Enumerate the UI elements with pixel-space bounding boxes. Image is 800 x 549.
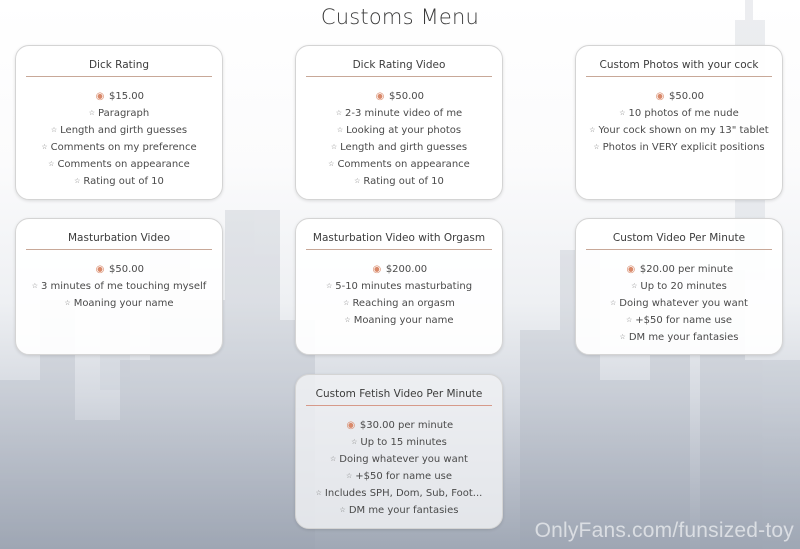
card-item: 3 minutes of me touching myself [41, 281, 207, 292]
piggy-bank-icon: ◉ [655, 91, 665, 102]
card-item: 5-10 minutes masturbating [335, 281, 473, 292]
card-title: Custom Photos with your cock [599, 59, 759, 71]
star-outline-icon: ☆ [354, 177, 361, 185]
card-item: Comments on my preference [50, 142, 197, 153]
card-title: Masturbation Video with Orgasm [312, 232, 486, 244]
card-divider [26, 76, 212, 77]
card-divider [306, 76, 492, 77]
card-divider [586, 249, 772, 250]
card-price: $30.00 per minute [359, 420, 454, 431]
card-item: DM me your fantasies [348, 505, 459, 516]
star-outline-icon: ☆ [339, 506, 346, 514]
star-outline-icon: ☆ [41, 143, 48, 151]
card-item: Photos in VERY explicit positions [602, 142, 765, 153]
piggy-bank-icon: ◉ [372, 264, 382, 275]
star-outline-icon: ☆ [330, 143, 338, 151]
card-title: Masturbation Video [67, 232, 171, 244]
menu-card-dick-rating: Dick Rating ◉ $15.00 ☆ Paragraph ☆ Length a… [15, 45, 223, 200]
card-item: Comments on appearance [57, 159, 190, 170]
card-price: $50.00 [389, 91, 424, 102]
card-title: Dick Rating Video [352, 59, 446, 71]
star-outline-icon: ☆ [344, 316, 351, 324]
menu-card-masturbation-video-orgasm: Masturbation Video with Orgasm ◉ $200.00 … [295, 218, 503, 355]
card-price: $50.00 [669, 91, 704, 102]
star-outline-icon: ☆ [88, 109, 96, 117]
star-outline-icon: ☆ [64, 299, 71, 307]
menu-card-custom-photos: Custom Photos with your cock ◉ $50.00 ☆ 10… [575, 45, 783, 200]
card-item: Moaning your name [73, 298, 174, 309]
card-title: Custom Video Per Minute [612, 232, 746, 244]
card-price: $50.00 [109, 264, 144, 275]
piggy-bank-icon: ◉ [626, 264, 636, 275]
menu-card-dick-rating-video: Dick Rating Video ◉ $50.00 ☆ 2-3 minute vi… [295, 45, 503, 200]
star-outline-icon: ☆ [48, 160, 55, 168]
watermark: OnlyFans.com/funsized-toy [534, 519, 794, 542]
card-item: Your cock shown on my 13" tablet [598, 125, 769, 136]
card-item: +$50 for name use [355, 471, 453, 482]
card-item: Length and girth guesses [60, 125, 188, 136]
piggy-bank-icon: ◉ [95, 91, 105, 102]
card-item: Comments on appearance [337, 159, 470, 170]
star-outline-icon: ☆ [589, 126, 596, 134]
card-item: 2-3 minute video of me [345, 108, 463, 119]
star-outline-icon: ☆ [343, 299, 350, 307]
star-outline-icon: ☆ [631, 282, 638, 290]
card-item: Up to 15 minutes [360, 437, 447, 448]
star-outline-icon: ☆ [50, 126, 58, 134]
star-outline-icon: ☆ [351, 438, 358, 446]
page-title: Customs Menu [320, 5, 480, 29]
card-item: Doing whatever you want [339, 454, 468, 465]
card-price: $20.00 per minute [639, 264, 734, 275]
card-title: Dick Rating [88, 59, 150, 71]
card-item: Length and girth guesses [340, 142, 468, 153]
card-item: +$50 for name use [635, 315, 733, 326]
star-outline-icon: ☆ [619, 333, 626, 341]
card-item: Rating out of 10 [363, 176, 444, 187]
card-divider [306, 405, 492, 406]
star-outline-icon: ☆ [31, 282, 38, 290]
menu-card-masturbation-video: Masturbation Video ◉ $50.00 ☆ 3 minutes of… [15, 218, 223, 355]
piggy-bank-icon: ◉ [95, 264, 105, 275]
menu-card-custom-video-per-minute: Custom Video Per Minute ◉ $20.00 per minu… [575, 218, 783, 355]
card-item: Doing whatever you want [619, 298, 748, 309]
card-item: 10 photos of me nude [628, 108, 739, 119]
star-outline-icon: ☆ [610, 299, 617, 307]
card-title: Custom Fetish Video Per Minute [315, 388, 483, 400]
card-divider [306, 249, 492, 250]
star-outline-icon: ☆ [335, 109, 343, 117]
star-outline-icon: ☆ [345, 472, 353, 480]
card-divider [586, 76, 772, 77]
star-outline-icon: ☆ [336, 126, 344, 134]
card-item: Up to 20 minutes [640, 281, 727, 292]
card-item: Rating out of 10 [83, 176, 164, 187]
piggy-bank-icon: ◉ [346, 420, 356, 431]
star-outline-icon: ☆ [328, 160, 335, 168]
star-outline-icon: ☆ [330, 455, 337, 463]
card-item: Paragraph [98, 108, 150, 119]
card-item: Reaching an orgasm [352, 298, 455, 309]
card-item: DM me your fantasies [628, 332, 739, 343]
star-outline-icon: ☆ [315, 489, 322, 497]
star-outline-icon: ☆ [74, 177, 81, 185]
menu-card-custom-fetish-video: Custom Fetish Video Per Minute ◉ $30.00 p… [295, 374, 503, 529]
card-price: $200.00 [385, 264, 428, 275]
card-divider [26, 249, 212, 250]
piggy-bank-icon: ◉ [375, 91, 385, 102]
card-item: Looking at your photos [346, 125, 462, 136]
card-item: Moaning your name [353, 315, 454, 326]
star-outline-icon: ☆ [325, 282, 333, 290]
star-outline-icon: ☆ [593, 143, 600, 151]
card-item: Includes SPH, Dom, Sub, Foot... [324, 488, 483, 499]
card-price: $15.00 [109, 91, 144, 102]
star-outline-icon: ☆ [625, 316, 633, 324]
star-outline-icon: ☆ [619, 109, 626, 117]
